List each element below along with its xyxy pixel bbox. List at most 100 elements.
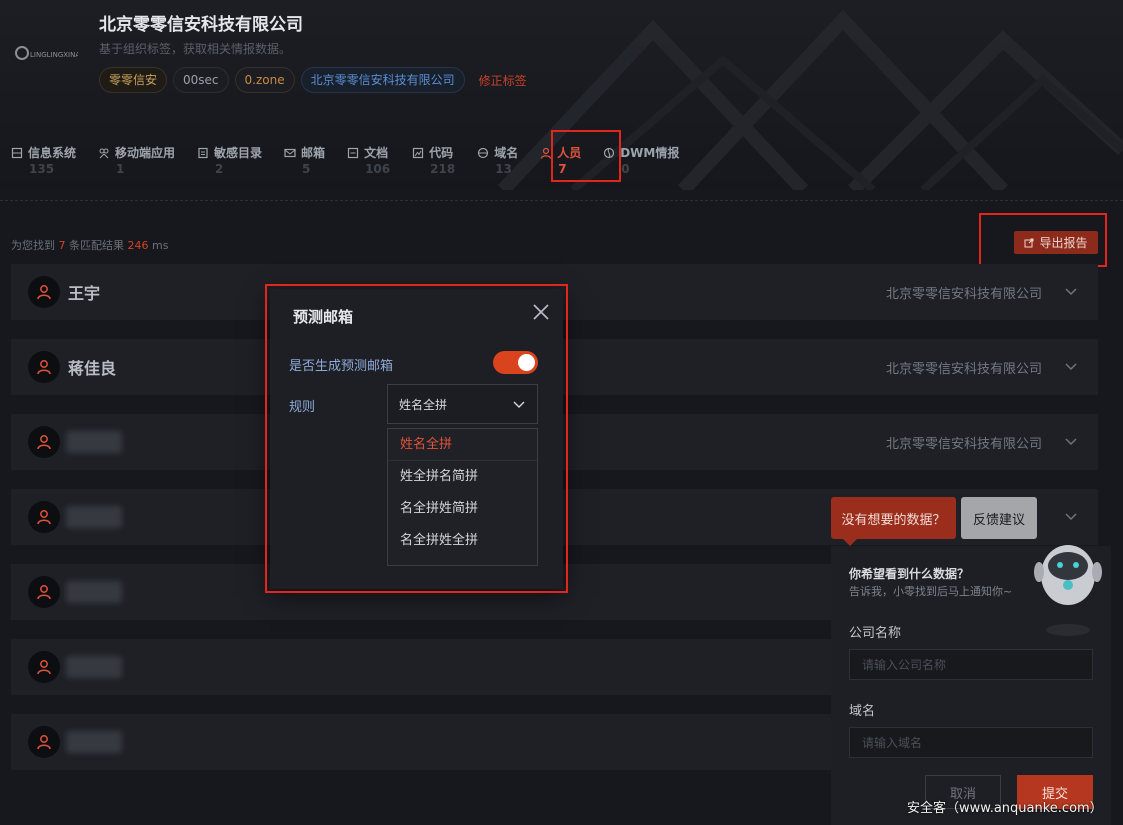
- rule-dropdown: 姓名全拼 姓全拼名简拼 名全拼姓简拼 名全拼姓全拼: [387, 428, 538, 566]
- tab-dwm-intel[interactable]: DWM情报 0: [603, 144, 679, 184]
- avatar: [28, 426, 60, 458]
- robot-mascot-icon: [1034, 545, 1102, 636]
- domain-label: 域名: [849, 704, 876, 719]
- tab-count: 2: [215, 162, 224, 176]
- company-title: 北京零零信安科技有限公司: [99, 15, 303, 35]
- company-subtitle: 基于组织标签，获取相关情报数据。: [99, 42, 292, 56]
- mail-icon: [284, 148, 296, 157]
- close-icon[interactable]: [531, 302, 551, 322]
- person-company: 北京零零信安科技有限公司: [885, 436, 1042, 452]
- document-icon: [347, 147, 359, 158]
- tab-people[interactable]: 人员 7: [540, 144, 581, 184]
- blurred-name: [66, 731, 122, 753]
- feedback-question: 你希望看到什么数据？: [849, 567, 970, 581]
- fix-tags-link[interactable]: 修正标签: [479, 72, 527, 89]
- company-name-label: 公司名称: [849, 626, 902, 641]
- domain-input[interactable]: [849, 727, 1093, 758]
- person-icon: [37, 735, 51, 750]
- chevron-down-icon[interactable]: [1064, 284, 1078, 298]
- tag-list: 零零信安 00sec 0.zone 北京零零信安科技有限公司 修正标签: [99, 67, 527, 93]
- tab-count: 13: [495, 162, 512, 176]
- rule-option[interactable]: 姓名全拼: [388, 429, 537, 461]
- chevron-down-icon: [513, 401, 525, 408]
- tab-count: 135: [29, 162, 55, 176]
- blurred-name: [66, 656, 122, 678]
- rule-option[interactable]: 名全拼姓简拼: [388, 493, 537, 525]
- rule-option[interactable]: 名全拼姓全拼: [388, 525, 537, 557]
- tab-sensitive-dirs[interactable]: 敏感目录 2: [197, 144, 262, 184]
- export-icon: [1024, 238, 1034, 247]
- person-name: 蒋佳良: [68, 359, 117, 378]
- person-company: 北京零零信安科技有限公司: [885, 286, 1042, 302]
- tab-mobile-apps[interactable]: 移动端应用 1: [98, 144, 175, 184]
- tab-count: 106: [365, 162, 391, 176]
- rule-label: 规则: [289, 400, 316, 415]
- tab-count: 7: [558, 162, 567, 176]
- toggle-knob: [518, 354, 535, 371]
- feedback-bubble: 没有想要的数据？: [831, 497, 956, 546]
- tab-mailboxes[interactable]: 邮箱 5: [284, 144, 325, 184]
- tab-count: 0: [621, 162, 630, 176]
- avatar: [28, 576, 60, 608]
- tag-company[interactable]: 北京零零信安科技有限公司: [300, 67, 465, 93]
- blurred-name: [66, 506, 122, 528]
- tab-domains[interactable]: 域名 13: [477, 144, 518, 184]
- person-icon: [37, 285, 51, 300]
- person-icon: [37, 660, 51, 675]
- company-logo: LINGLINGXINAN: [14, 40, 78, 66]
- tab-count: 1: [116, 162, 125, 176]
- generate-email-label: 是否生成预测邮箱: [289, 359, 394, 374]
- domain-icon: [478, 147, 489, 158]
- code-icon: [413, 147, 424, 158]
- tag-0zone[interactable]: 0.zone: [234, 67, 295, 93]
- avatar: [28, 501, 60, 533]
- tag-00sec[interactable]: 00sec: [173, 67, 229, 93]
- person-company: 北京零零信安科技有限公司: [885, 361, 1042, 377]
- watermark: 安全客（www.anquanke.com）: [907, 801, 1103, 816]
- chevron-down-icon[interactable]: [1064, 509, 1078, 523]
- rule-select[interactable]: 姓名全拼: [387, 384, 538, 424]
- chevron-down-icon[interactable]: [1064, 434, 1078, 448]
- rule-selected-value: 姓名全拼: [399, 397, 448, 412]
- rule-option[interactable]: 姓全拼名简拼: [388, 461, 537, 493]
- feedback-hint: 告诉我，小零找到后马上通知你~: [849, 585, 1013, 598]
- tab-documents[interactable]: 文档 106: [347, 144, 390, 184]
- tag-lingling[interactable]: 零零信安: [99, 67, 168, 93]
- tab-label: 代码: [429, 146, 454, 160]
- tab-code[interactable]: 代码 218: [412, 144, 455, 184]
- export-report-button[interactable]: 导出报告: [1014, 231, 1098, 254]
- chevron-down-icon[interactable]: [1064, 359, 1078, 373]
- person-icon: [37, 585, 51, 600]
- tab-info-systems[interactable]: 信息系统 135: [11, 144, 76, 184]
- tab-label: 人员: [557, 146, 582, 160]
- tab-label: DWM情报: [620, 146, 680, 160]
- category-tabs: 信息系统 135 移动端应用 1 敏感目录 2 邮箱 5 文档 106 代码 2…: [11, 144, 701, 184]
- avatar: [28, 351, 60, 383]
- predict-email-modal: 预测邮箱 是否生成预测邮箱 规则 姓名全拼 姓名全拼 姓全拼名简拼 名全拼姓简拼…: [270, 289, 563, 589]
- feedback-button[interactable]: 反馈建议: [961, 497, 1037, 539]
- avatar: [28, 276, 60, 308]
- person-icon: [37, 360, 51, 375]
- modal-title: 预测邮箱: [293, 308, 354, 326]
- generate-email-toggle[interactable]: [493, 351, 538, 374]
- tab-label: 文档: [364, 146, 389, 160]
- folder-icon: [198, 147, 208, 158]
- tab-label: 邮箱: [301, 146, 326, 160]
- dwm-icon: [604, 147, 615, 158]
- company-name-input[interactable]: [849, 649, 1093, 680]
- result-summary: 为您找到 7 条匹配结果 246 ms: [11, 239, 169, 252]
- tab-label: 移动端应用: [115, 146, 176, 160]
- tab-label: 域名: [494, 146, 519, 160]
- app-icon: [99, 148, 109, 158]
- person-icon: [541, 147, 552, 159]
- person-icon: [37, 435, 51, 450]
- tab-count: 218: [430, 162, 456, 176]
- tab-label: 信息系统: [28, 146, 77, 160]
- avatar: [28, 651, 60, 683]
- person-name: 王宇: [68, 284, 101, 303]
- avatar: [28, 726, 60, 758]
- person-icon: [37, 510, 51, 525]
- tab-count: 5: [302, 162, 311, 176]
- svg-text:LINGLINGXINAN: LINGLINGXINAN: [30, 51, 78, 59]
- blurred-name: [66, 581, 122, 603]
